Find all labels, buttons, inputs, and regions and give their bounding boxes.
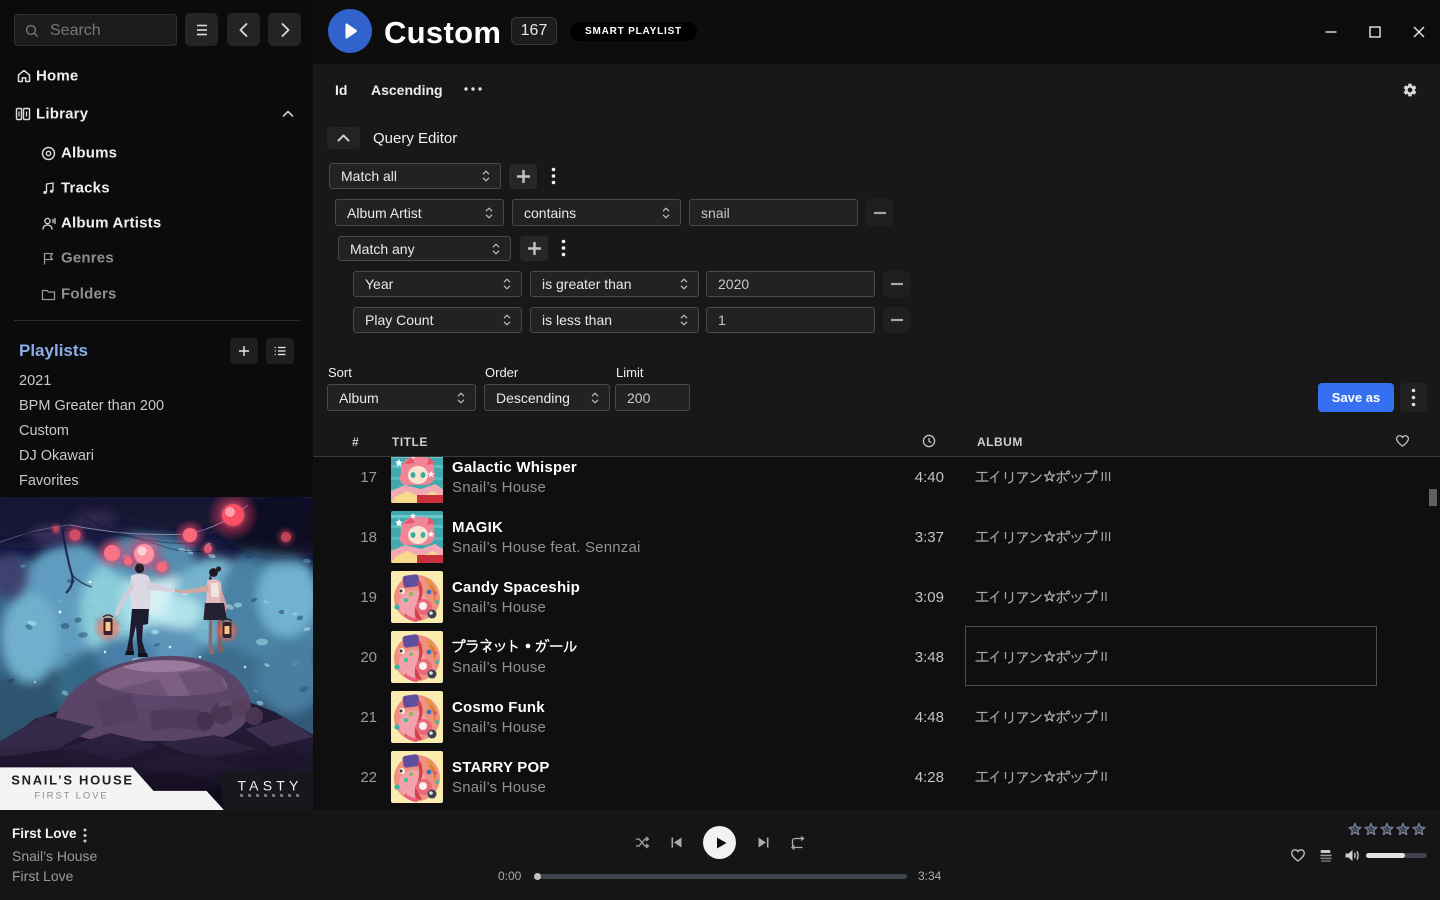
svg-text:II: II bbox=[1101, 769, 1108, 784]
svg-text:FIRST LOVE: FIRST LOVE bbox=[34, 791, 108, 802]
svg-text:II: II bbox=[1101, 649, 1108, 664]
svg-text:II: II bbox=[1101, 709, 1108, 724]
svg-text:TASTY: TASTY bbox=[237, 778, 302, 794]
svg-text:II: II bbox=[1101, 589, 1108, 604]
svg-text:III: III bbox=[1101, 469, 1112, 484]
svg-text:SNAIL’S HOUSE: SNAIL’S HOUSE bbox=[11, 773, 134, 788]
svg-text:III: III bbox=[1101, 529, 1112, 544]
